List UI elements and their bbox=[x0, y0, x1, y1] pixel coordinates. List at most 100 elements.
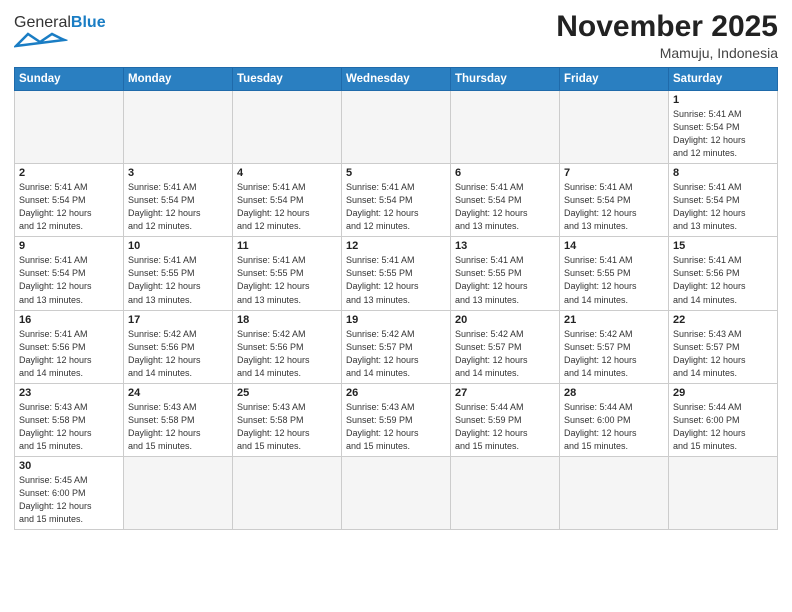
day-info: Sunrise: 5:41 AMSunset: 5:55 PMDaylight:… bbox=[455, 254, 555, 306]
logo-general: General bbox=[14, 14, 71, 31]
day-number: 7 bbox=[564, 167, 664, 179]
calendar-day-cell bbox=[560, 456, 669, 529]
day-info: Sunrise: 5:44 AMSunset: 6:00 PMDaylight:… bbox=[564, 401, 664, 453]
day-info: Sunrise: 5:42 AMSunset: 5:57 PMDaylight:… bbox=[346, 328, 446, 380]
calendar-header-thursday: Thursday bbox=[451, 68, 560, 91]
day-number: 11 bbox=[237, 240, 337, 252]
calendar-day-cell bbox=[451, 456, 560, 529]
day-number: 27 bbox=[455, 387, 555, 399]
calendar-day-cell: 25 Sunrise: 5:43 AMSunset: 5:58 PMDayligh… bbox=[233, 383, 342, 456]
day-number: 16 bbox=[19, 314, 119, 326]
calendar-day-cell: 20Sunrise: 5:42 AMSunset: 5:57 PMDayligh… bbox=[451, 310, 560, 383]
calendar-day-cell: 6Sunrise: 5:41 AMSunset: 5:54 PMDaylight… bbox=[451, 164, 560, 237]
calendar-day-cell bbox=[233, 456, 342, 529]
calendar-day-cell: 21Sunrise: 5:42 AMSunset: 5:57 PMDayligh… bbox=[560, 310, 669, 383]
calendar-header-wednesday: Wednesday bbox=[342, 68, 451, 91]
calendar-day-cell: 16 Sunrise: 5:41 AMSunset: 5:56 PMDayligh… bbox=[15, 310, 124, 383]
calendar-day-cell: 29 Sunrise: 5:44 AMSunset: 6:00 PMDayligh… bbox=[669, 383, 778, 456]
calendar-day-cell: 9Sunrise: 5:41 AMSunset: 5:54 PMDaylight… bbox=[15, 237, 124, 310]
day-info: Sunrise: 5:41 AMSunset: 5:54 PMDaylight:… bbox=[564, 181, 664, 233]
calendar-day-cell: 13 Sunrise: 5:41 AMSunset: 5:55 PMDayligh… bbox=[451, 237, 560, 310]
calendar-day-cell bbox=[342, 456, 451, 529]
day-info: Sunrise: 5:44 AMSunset: 5:59 PMDaylight:… bbox=[455, 401, 555, 453]
page: GeneralBlue November 2025 Mamuju, Indone… bbox=[0, 0, 792, 612]
day-number: 17 bbox=[128, 314, 228, 326]
day-info: Sunrise: 5:43 AMSunset: 5:57 PMDaylight:… bbox=[673, 328, 773, 380]
header: GeneralBlue November 2025 Mamuju, Indone… bbox=[14, 10, 778, 61]
day-number: 8 bbox=[673, 167, 773, 179]
calendar-day-cell: 12Sunrise: 5:41 AMSunset: 5:55 PMDayligh… bbox=[342, 237, 451, 310]
day-number: 26 bbox=[346, 387, 446, 399]
calendar-day-cell: 5 Sunrise: 5:41 AMSunset: 5:54 PMDaylight… bbox=[342, 164, 451, 237]
calendar-day-cell: 22Sunrise: 5:43 AMSunset: 5:57 PMDayligh… bbox=[669, 310, 778, 383]
day-info: Sunrise: 5:43 AMSunset: 5:58 PMDaylight:… bbox=[237, 401, 337, 453]
calendar-day-cell: 30Sunrise: 5:45 AMSunset: 6:00 PMDayligh… bbox=[15, 456, 124, 529]
day-number: 18 bbox=[237, 314, 337, 326]
day-number: 23 bbox=[19, 387, 119, 399]
calendar-header-friday: Friday bbox=[560, 68, 669, 91]
calendar-header-monday: Monday bbox=[124, 68, 233, 91]
day-info: Sunrise: 5:43 AMSunset: 5:59 PMDaylight:… bbox=[346, 401, 446, 453]
day-info: Sunrise: 5:44 AMSunset: 6:00 PMDaylight:… bbox=[673, 401, 773, 453]
location: Mamuju, Indonesia bbox=[556, 45, 778, 61]
calendar-day-cell: 24 Sunrise: 5:43 AMSunset: 5:58 PMDayligh… bbox=[124, 383, 233, 456]
calendar-week-row: 30Sunrise: 5:45 AMSunset: 6:00 PMDayligh… bbox=[15, 456, 778, 529]
day-number: 15 bbox=[673, 240, 773, 252]
day-number: 2 bbox=[19, 167, 119, 179]
title-block: November 2025 Mamuju, Indonesia bbox=[556, 10, 778, 61]
calendar-table: SundayMondayTuesdayWednesdayThursdayFrid… bbox=[14, 67, 778, 530]
day-info: Sunrise: 5:41 AMSunset: 5:55 PMDaylight:… bbox=[128, 254, 228, 306]
day-number: 6 bbox=[455, 167, 555, 179]
calendar-week-row: 9Sunrise: 5:41 AMSunset: 5:54 PMDaylight… bbox=[15, 237, 778, 310]
day-number: 20 bbox=[455, 314, 555, 326]
day-number: 29 bbox=[673, 387, 773, 399]
day-number: 9 bbox=[19, 240, 119, 252]
month-year: November 2025 bbox=[556, 10, 778, 43]
calendar-day-cell bbox=[233, 91, 342, 164]
day-info: Sunrise: 5:42 AMSunset: 5:57 PMDaylight:… bbox=[564, 328, 664, 380]
day-number: 25 bbox=[237, 387, 337, 399]
calendar-day-cell: 1Sunrise: 5:41 AMSunset: 5:54 PMDaylight… bbox=[669, 91, 778, 164]
calendar-day-cell bbox=[15, 91, 124, 164]
day-info: Sunrise: 5:41 AMSunset: 5:54 PMDaylight:… bbox=[128, 181, 228, 233]
day-info: Sunrise: 5:41 AMSunset: 5:54 PMDaylight:… bbox=[673, 181, 773, 233]
day-number: 13 bbox=[455, 240, 555, 252]
calendar-week-row: 23 Sunrise: 5:43 AMSunset: 5:58 PMDayligh… bbox=[15, 383, 778, 456]
day-info: Sunrise: 5:43 AMSunset: 5:58 PMDaylight:… bbox=[19, 401, 119, 453]
day-number: 5 bbox=[346, 167, 446, 179]
calendar-week-row: 2 Sunrise: 5:41 AMSunset: 5:54 PMDaylight… bbox=[15, 164, 778, 237]
day-info: Sunrise: 5:45 AMSunset: 6:00 PMDaylight:… bbox=[19, 474, 119, 526]
calendar-day-cell: 27 Sunrise: 5:44 AMSunset: 5:59 PMDayligh… bbox=[451, 383, 560, 456]
day-number: 24 bbox=[128, 387, 228, 399]
calendar-day-cell: 26 Sunrise: 5:43 AMSunset: 5:59 PMDayligh… bbox=[342, 383, 451, 456]
calendar-day-cell bbox=[342, 91, 451, 164]
calendar-day-cell bbox=[669, 456, 778, 529]
calendar-day-cell: 8 Sunrise: 5:41 AMSunset: 5:54 PMDaylight… bbox=[669, 164, 778, 237]
calendar-day-cell: 7 Sunrise: 5:41 AMSunset: 5:54 PMDaylight… bbox=[560, 164, 669, 237]
calendar-header-row: SundayMondayTuesdayWednesdayThursdayFrid… bbox=[15, 68, 778, 91]
calendar-day-cell: 14Sunrise: 5:41 AMSunset: 5:55 PMDayligh… bbox=[560, 237, 669, 310]
calendar-day-cell: 11Sunrise: 5:41 AMSunset: 5:55 PMDayligh… bbox=[233, 237, 342, 310]
calendar-day-cell bbox=[124, 91, 233, 164]
day-number: 3 bbox=[128, 167, 228, 179]
calendar-header-tuesday: Tuesday bbox=[233, 68, 342, 91]
calendar-day-cell: 3 Sunrise: 5:41 AMSunset: 5:54 PMDaylight… bbox=[124, 164, 233, 237]
day-info: Sunrise: 5:41 AMSunset: 5:56 PMDaylight:… bbox=[673, 254, 773, 306]
day-number: 12 bbox=[346, 240, 446, 252]
day-info: Sunrise: 5:42 AMSunset: 5:56 PMDaylight:… bbox=[237, 328, 337, 380]
calendar-header-sunday: Sunday bbox=[15, 68, 124, 91]
calendar-day-cell: 18 Sunrise: 5:42 AMSunset: 5:56 PMDayligh… bbox=[233, 310, 342, 383]
calendar-day-cell: 19Sunrise: 5:42 AMSunset: 5:57 PMDayligh… bbox=[342, 310, 451, 383]
day-number: 10 bbox=[128, 240, 228, 252]
calendar-day-cell bbox=[560, 91, 669, 164]
day-info: Sunrise: 5:41 AMSunset: 5:56 PMDaylight:… bbox=[19, 328, 119, 380]
day-info: Sunrise: 5:42 AMSunset: 5:56 PMDaylight:… bbox=[128, 328, 228, 380]
day-info: Sunrise: 5:41 AMSunset: 5:54 PMDaylight:… bbox=[346, 181, 446, 233]
day-info: Sunrise: 5:41 AMSunset: 5:54 PMDaylight:… bbox=[19, 181, 119, 233]
calendar-day-cell: 4Sunrise: 5:41 AMSunset: 5:54 PMDaylight… bbox=[233, 164, 342, 237]
logo-icon bbox=[14, 32, 68, 48]
calendar-day-cell: 28Sunrise: 5:44 AMSunset: 6:00 PMDayligh… bbox=[560, 383, 669, 456]
day-info: Sunrise: 5:43 AMSunset: 5:58 PMDaylight:… bbox=[128, 401, 228, 453]
calendar-week-row: 1Sunrise: 5:41 AMSunset: 5:54 PMDaylight… bbox=[15, 91, 778, 164]
day-number: 4 bbox=[237, 167, 337, 179]
